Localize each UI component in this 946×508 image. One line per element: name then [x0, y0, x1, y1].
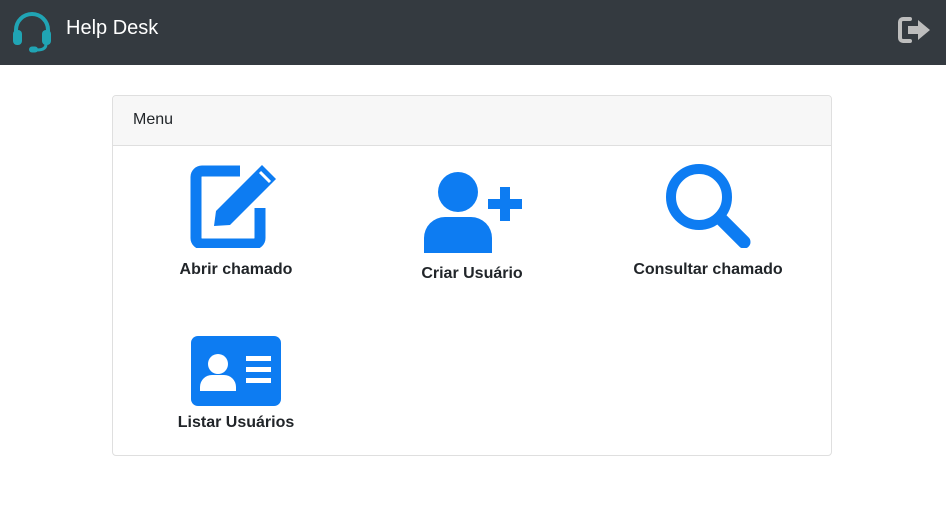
headset-icon[interactable] [11, 11, 53, 53]
user-plus-icon [424, 172, 522, 253]
card-header-title: Menu [133, 111, 174, 128]
id-card-icon [191, 336, 281, 406]
menu-label: Criar Usuário [421, 265, 523, 282]
menu-item-abrir-chamado[interactable]: Abrir chamado [159, 164, 313, 279]
menu-item-consultar-chamado[interactable]: Consultar chamado [631, 164, 785, 279]
brand-title[interactable]: Help Desk [66, 16, 158, 40]
search-icon [666, 164, 751, 248]
menu-item-listar-usuarios[interactable]: Listar Usuários [159, 336, 313, 432]
sign-out-icon[interactable] [898, 16, 932, 44]
menu-label: Consultar chamado [633, 261, 783, 278]
card-header: Menu [113, 96, 831, 146]
menu-label: Listar Usuários [177, 414, 295, 431]
menu-card: Menu Abrir chamado Criar Usuário Consult… [112, 95, 832, 456]
navbar: Help Desk [0, 0, 946, 65]
edit-icon [190, 165, 276, 248]
menu-label: Abrir chamado [179, 261, 293, 278]
menu-item-criar-usuario[interactable]: Criar Usuário [395, 171, 549, 283]
